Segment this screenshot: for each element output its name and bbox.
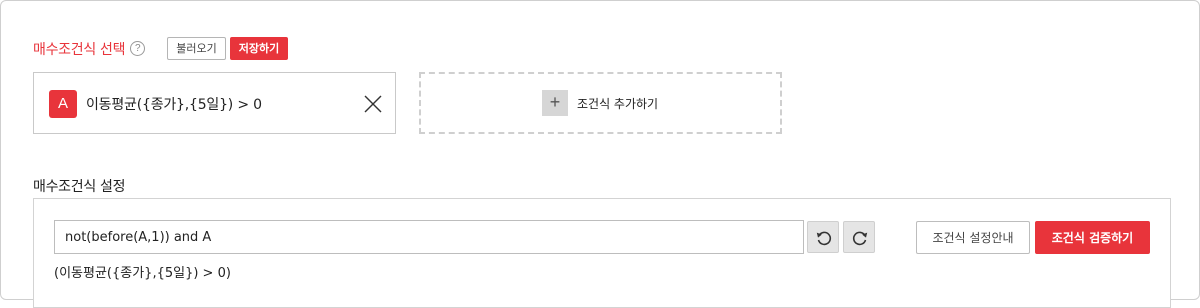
redo-icon (852, 231, 868, 246)
save-button[interactable]: 저장하기 (229, 37, 289, 60)
undo-button[interactable] (807, 221, 839, 253)
condition-badge: A (49, 90, 77, 118)
condition-text: 이동평균({종가},{5일}) > 0 (86, 97, 262, 113)
expression-input[interactable] (54, 220, 804, 254)
settings-title: 매수조건식 설정 (33, 179, 126, 195)
guide-button[interactable]: 조건식 설정안내 (916, 221, 1030, 254)
plus-icon: + (542, 90, 568, 116)
verify-button[interactable]: 조건식 검증하기 (1035, 221, 1150, 254)
add-condition-button[interactable]: + 조건식 추가하기 (419, 72, 782, 134)
redo-button[interactable] (843, 221, 875, 253)
close-icon[interactable] (364, 95, 382, 113)
add-condition-label: 조건식 추가하기 (577, 97, 659, 111)
strategy-panel: 매수조건식 선택 ? 불러오기 저장하기 A 이동평균({종가},{5일}) >… (0, 0, 1200, 308)
condition-card[interactable]: A 이동평균({종가},{5일}) > 0 (33, 72, 396, 134)
undo-icon (816, 231, 832, 246)
expression-preview: (이동평균({종가},{5일}) > 0) (54, 266, 231, 281)
help-icon[interactable]: ? (130, 41, 146, 56)
buy-condition-title: 매수조건식 선택 (33, 41, 126, 58)
settings-panel: (이동평균({종가},{5일}) > 0) 조건식 설정안내 조건식 검증하기 (33, 198, 1171, 308)
load-button[interactable]: 불러오기 (167, 37, 226, 60)
buy-condition-header: 매수조건식 선택 ? 불러오기 저장하기 (33, 37, 289, 60)
